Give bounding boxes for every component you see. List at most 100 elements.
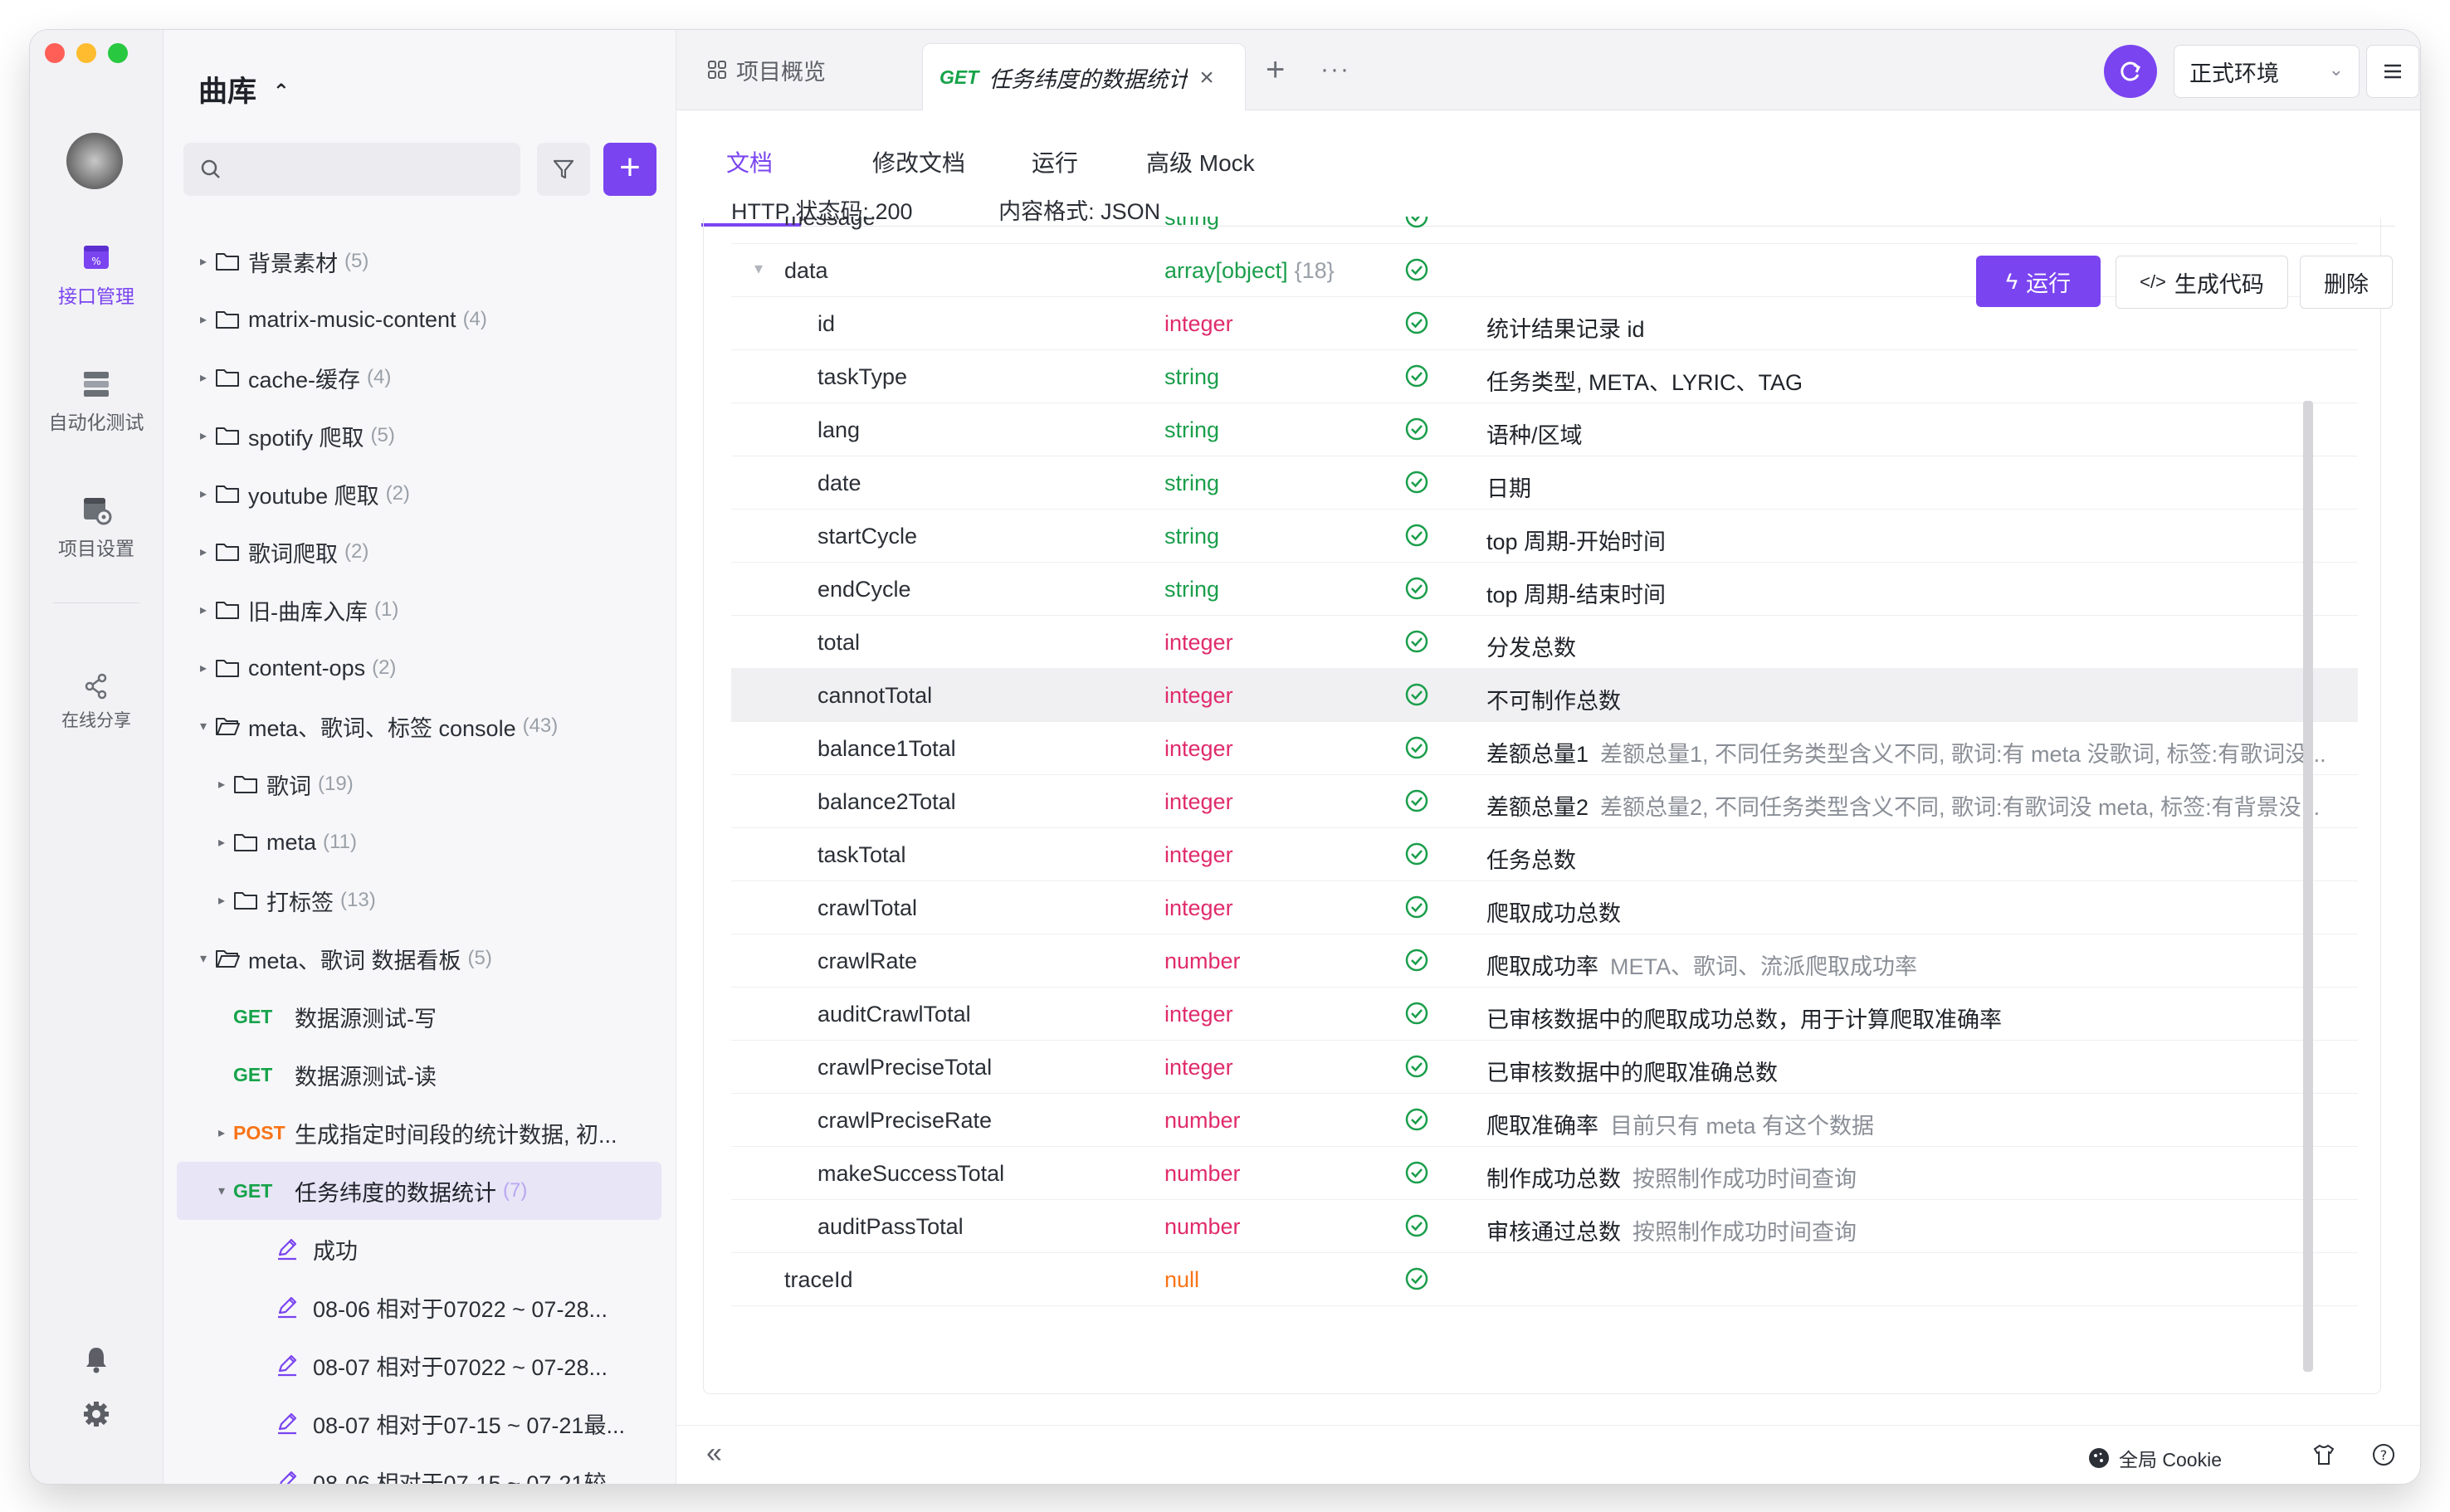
example-item[interactable]: 08-06 相对于07022 ~ 07-28... <box>163 1278 676 1336</box>
item-count: (7) <box>503 1179 528 1202</box>
avatar[interactable] <box>66 133 123 189</box>
bell-icon[interactable] <box>81 1344 111 1374</box>
filter-button[interactable] <box>537 143 590 196</box>
close-icon[interactable]: × <box>1199 64 1214 92</box>
rail-item-share[interactable]: 在线分享 <box>30 672 163 732</box>
schema-field-row: crawlPreciseTotal integer 已审核数据中的爬取准确总数 <box>731 1040 2358 1094</box>
menu-button[interactable] <box>2366 45 2419 98</box>
shirt-icon[interactable] <box>2311 1442 2336 1467</box>
tab-run[interactable]: 运行 <box>1032 145 1078 178</box>
help-icon[interactable]: ? <box>2371 1442 2396 1467</box>
new-tab-button[interactable]: + <box>1266 30 1285 110</box>
method-badge: GET <box>233 1063 273 1085</box>
tab-docs[interactable]: 文档 <box>726 145 773 178</box>
required-check-icon <box>1405 364 1428 388</box>
tree-item-label: 任务纬度的数据统计 <box>295 1180 496 1206</box>
folder-item[interactable]: ▸ 背景素材 (5) <box>163 232 676 290</box>
folder-icon <box>216 485 239 503</box>
collapse-sidebar-button[interactable]: « <box>706 1437 722 1470</box>
caret-right-icon[interactable]: ▸ <box>192 544 215 560</box>
folder-item[interactable]: ▸ youtube 爬取 (2) <box>163 465 676 523</box>
search-input[interactable] <box>183 143 520 196</box>
run-button[interactable]: ϟ 运行 <box>1976 256 2101 307</box>
folder-item[interactable]: ▸ 旧-曲库入库 (1) <box>163 581 676 639</box>
tree-item-label: 数据源测试-读 <box>295 1064 437 1090</box>
caret-down-icon[interactable]: ▾ <box>192 950 215 967</box>
folder-item[interactable]: ▾ meta、歌词、标签 console (43) <box>163 697 676 755</box>
tree-item-label: 背景素材 <box>248 251 338 276</box>
field-name: auditPassTotal <box>817 1214 964 1239</box>
field-description-detail: META、歌词、流派爬取成功率 <box>1610 954 1917 979</box>
minimize-window-button[interactable] <box>76 43 96 63</box>
folder-item[interactable]: ▸ 歌词爬取 (2) <box>163 523 676 581</box>
caret-right-icon[interactable]: ▸ <box>192 253 215 270</box>
folder-item[interactable]: ▸ spotify 爬取 (5) <box>163 407 676 465</box>
api-item[interactable]: ▾ GET 任务纬度的数据统计 (7) <box>177 1162 661 1220</box>
folder-item[interactable]: ▾ meta、歌词 数据看板 (5) <box>163 929 676 988</box>
api-item[interactable]: ▸ POST 生成指定时间段的统计数据, 初... <box>163 1104 676 1162</box>
example-item[interactable]: 08-07 相对于07-15 ~ 07-21最... <box>163 1394 676 1452</box>
field-name: crawlPreciseRate <box>817 1108 993 1133</box>
close-window-button[interactable] <box>45 43 65 63</box>
rail-item-api[interactable]: % 接口管理 <box>30 241 163 309</box>
api-item[interactable]: ▸GET数据源测试-读 <box>163 1046 676 1104</box>
required-check-icon <box>1405 895 1428 919</box>
item-count: (2) <box>385 482 410 505</box>
tab-overview[interactable]: 项目概览 <box>706 30 826 110</box>
generate-code-button[interactable]: </> 生成代码 <box>2116 256 2288 309</box>
api-item[interactable]: ▸GET数据源测试-写 <box>163 988 676 1046</box>
caret-right-icon[interactable]: ▸ <box>192 485 215 502</box>
caret-down-icon[interactable]: ▾ <box>210 1183 233 1199</box>
required-check-icon <box>1405 311 1428 334</box>
caret-right-icon[interactable]: ▸ <box>192 602 215 618</box>
folder-item[interactable]: ▸ content-ops (2) <box>163 639 676 697</box>
item-count: (2) <box>344 540 369 563</box>
caret-down-icon[interactable]: ▾ <box>754 258 763 279</box>
zoom-window-button[interactable] <box>108 43 128 63</box>
folder-item[interactable]: ▸ meta (11) <box>163 813 676 871</box>
rail-label: 在线分享 <box>61 711 131 730</box>
scrollbar[interactable] <box>2303 401 2313 1372</box>
rail-item-automation[interactable]: 自动化测试 <box>30 367 163 435</box>
caret-right-icon[interactable]: ▸ <box>192 369 215 386</box>
example-icon <box>278 1238 297 1261</box>
search-icon <box>201 159 220 178</box>
caret-right-icon[interactable]: ▸ <box>210 892 233 909</box>
tab-advanced-mock[interactable]: 高级 Mock <box>1146 145 1255 178</box>
schema-field-row: cannotTotal integer 不可制作总数 <box>731 668 2358 722</box>
env-sync-button[interactable] <box>2104 45 2157 98</box>
schema-field-row: makeSuccessTotal number 制作成功总数 按照制作成功时间查询 <box>731 1146 2358 1200</box>
caret-right-icon[interactable]: ▸ <box>210 776 233 793</box>
required-check-icon <box>1405 577 1428 600</box>
folder-item[interactable]: ▸ cache-缓存 (4) <box>163 349 676 407</box>
caret-right-icon[interactable]: ▸ <box>210 834 233 851</box>
method-badge: GET <box>233 1179 273 1202</box>
chevron-updown-icon: ⌃ <box>272 80 290 103</box>
more-icon[interactable]: ··· <box>1320 30 1350 110</box>
environment-select[interactable]: 正式环境 ⌄ <box>2174 45 2360 98</box>
example-item[interactable]: 成功 <box>163 1220 676 1278</box>
project-switcher[interactable]: 曲库 ⌃ <box>198 68 290 110</box>
gear-icon[interactable] <box>81 1399 111 1429</box>
example-item[interactable]: 08-06 相对于07-15 ~ 07-21较... <box>163 1452 676 1484</box>
delete-button[interactable]: 删除 <box>2300 256 2393 309</box>
tree-item-label: 08-06 相对于07-15 ~ 07-21较... <box>313 1471 625 1485</box>
caret-right-icon[interactable]: ▸ <box>192 427 215 444</box>
add-button[interactable]: + <box>603 143 656 196</box>
folder-item[interactable]: ▸ 歌词 (19) <box>163 755 676 813</box>
rail-item-settings[interactable]: 项目设置 <box>30 493 163 561</box>
schema-field-row: auditPassTotal number 审核通过总数 按照制作成功时间查询 <box>731 1199 2358 1253</box>
field-type: integer <box>1164 683 1233 708</box>
caret-right-icon[interactable]: ▸ <box>210 1124 233 1141</box>
caret-right-icon[interactable]: ▸ <box>192 660 215 676</box>
caret-right-icon[interactable]: ▸ <box>192 311 215 328</box>
global-cookie-button[interactable]: 全局 Cookie <box>2087 1444 2222 1472</box>
caret-down-icon[interactable]: ▾ <box>192 718 215 734</box>
tab-edit-docs[interactable]: 修改文档 <box>872 145 965 178</box>
field-type: string <box>1164 364 1220 389</box>
folder-item[interactable]: ▸ 打标签 (13) <box>163 871 676 929</box>
example-item[interactable]: 08-07 相对于07022 ~ 07-28... <box>163 1336 676 1394</box>
tab-api-detail[interactable]: GET 任务纬度的数据统计 × <box>922 43 1246 111</box>
field-type: integer <box>1164 895 1233 920</box>
folder-item[interactable]: ▸ matrix-music-content (4) <box>163 290 676 349</box>
